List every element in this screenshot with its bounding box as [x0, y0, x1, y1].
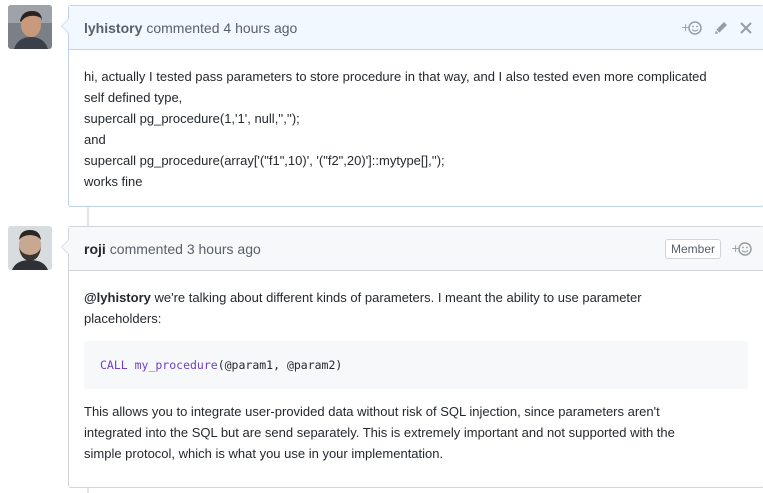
comment-timestamp[interactable]: commented 3 hours ago	[110, 241, 261, 257]
comment-caret	[61, 18, 69, 34]
comment-roji: roji commented 3 hours ago Member + @lyh…	[61, 226, 763, 488]
comment-line: hi, actually I tested pass parameters to…	[84, 69, 707, 84]
comment-author[interactable]: roji	[84, 241, 106, 257]
comment-line: supercall pg_procedure(array['("f1",10)'…	[84, 153, 445, 168]
timeline-line	[87, 207, 89, 226]
comment-timestamp[interactable]: commented 4 hours ago	[146, 20, 297, 36]
comment-line: placeholders:	[84, 311, 162, 326]
add-reaction-icon[interactable]: +	[731, 241, 753, 257]
comment-line: supercall pg_procedure(1,'1', null,'',''…	[84, 111, 300, 126]
pencil-icon[interactable]	[713, 20, 729, 36]
comment-line: simple protocol, which is what you use i…	[84, 446, 444, 461]
add-reaction-icon[interactable]: +	[681, 20, 703, 36]
comment-line: and	[84, 132, 106, 147]
close-icon[interactable]	[739, 21, 753, 35]
code-text: (@param1, @param2)	[217, 358, 343, 372]
comment-body: hi, actually I tested pass parameters to…	[69, 50, 763, 206]
comment-header: roji commented 3 hours ago Member +	[69, 227, 763, 271]
avatar-roji[interactable]	[8, 226, 52, 270]
comment-caret	[61, 239, 69, 255]
comment-line: This allows you to integrate user-provid…	[84, 404, 660, 419]
code-block: CALL my_procedure(@param1, @param2)	[84, 341, 748, 389]
comment-line: works fine	[84, 174, 143, 189]
timeline-line	[87, 488, 89, 493]
comment-lyhistory: lyhistory commented 4 hours ago + hi, ac…	[61, 5, 763, 207]
comment-body: @lyhistory we're talking about different…	[69, 271, 763, 478]
user-mention-link[interactable]: @lyhistory	[84, 290, 151, 305]
comment-header: lyhistory commented 4 hours ago +	[69, 6, 763, 50]
comment-line: self defined type,	[84, 90, 183, 105]
comment-paragraph: @lyhistory we're talking about different…	[84, 287, 748, 308]
member-badge: Member	[664, 238, 721, 259]
comment-line: integrated into the SQL but are send sep…	[84, 425, 675, 440]
comment-author[interactable]: lyhistory	[84, 20, 142, 36]
code-keyword: CALL my_procedure	[100, 358, 218, 372]
comment-text: we're talking about different kinds of p…	[150, 290, 642, 305]
avatar-lyhistory[interactable]	[8, 5, 52, 49]
